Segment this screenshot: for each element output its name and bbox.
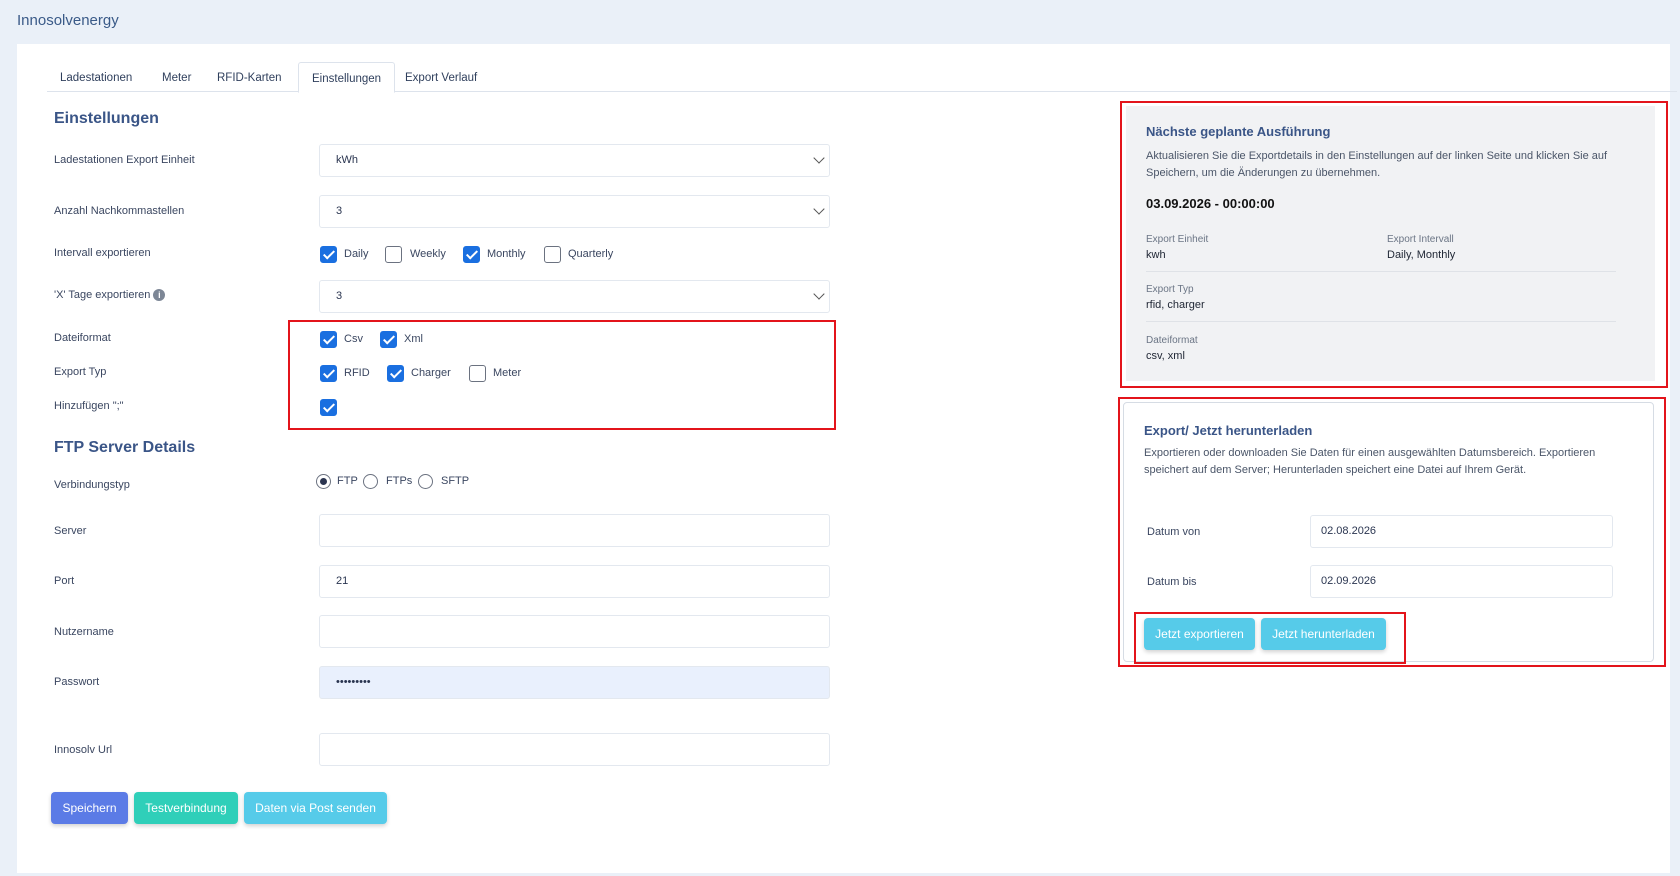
export-interval-meta-label: Export Intervall: [1387, 234, 1454, 245]
export-type-label: Export Typ: [54, 366, 107, 378]
radio-ftps-label: FTPs: [386, 475, 413, 487]
radio-sftp[interactable]: [418, 474, 433, 489]
x-days-select[interactable]: 3: [319, 280, 830, 313]
radio-sftp-label: SFTP: [441, 475, 470, 487]
next-run-description: Aktualisieren Sie die Exportdetails in d…: [1146, 150, 1608, 179]
date-from-input[interactable]: 02.08.2026: [1310, 515, 1613, 548]
test-connection-button[interactable]: Testverbindung: [134, 792, 238, 824]
url-label: Innosolv Url: [54, 744, 113, 756]
port-input[interactable]: 21: [319, 565, 830, 598]
export-type-charger-label: Charger: [411, 367, 451, 379]
next-run-panel: Nächste geplante Ausführung Aktualisiere…: [1126, 106, 1655, 381]
export-type-rfid-checkbox[interactable]: [320, 365, 337, 382]
tab-rfid-karten[interactable]: RFID-Karten: [204, 62, 295, 93]
semicolon-label: Hinzufügen ";": [54, 400, 124, 412]
connection-type-label: Verbindungstyp: [54, 479, 130, 491]
interval-daily-label: Daily: [344, 248, 369, 260]
decimals-value: 3: [336, 205, 343, 217]
tab-bar: Ladestationen Meter RFID-Karten Einstell…: [47, 62, 1677, 93]
chevron-down-icon: [813, 203, 825, 215]
file-format-meta-label: Dateiformat: [1146, 335, 1198, 346]
interval-weekly-label: Weekly: [410, 248, 446, 260]
interval-quarterly-label: Quarterly: [568, 248, 614, 260]
export-type-meter-checkbox[interactable]: [469, 365, 486, 382]
export-now-button[interactable]: Jetzt exportieren: [1144, 618, 1255, 650]
export-type-meter-label: Meter: [493, 367, 522, 379]
settings-title: Einstellungen: [54, 110, 159, 127]
interval-monthly-checkbox[interactable]: [463, 246, 480, 263]
username-input[interactable]: [319, 615, 830, 648]
interval-weekly-checkbox[interactable]: [385, 246, 402, 263]
export-now-title: Export/ Jetzt herunterladen: [1144, 423, 1313, 438]
export-unit-meta-value: kwh: [1146, 249, 1166, 261]
export-unit-value: kWh: [336, 154, 358, 166]
file-format-xml-label: Xml: [404, 333, 423, 345]
main-card: Ladestationen Meter RFID-Karten Einstell…: [17, 44, 1677, 873]
decimals-select[interactable]: 3: [319, 195, 830, 228]
interval-label: Intervall exportieren: [54, 247, 151, 259]
tab-ladestationen[interactable]: Ladestationen: [47, 62, 145, 93]
app-title: Innosolvenergy: [17, 12, 119, 29]
x-days-label-text: 'X' Tage exportieren: [54, 289, 151, 301]
password-label: Passwort: [54, 676, 100, 688]
export-interval-meta-value: Daily, Monthly: [1387, 249, 1456, 261]
x-days-label: 'X' Tage exportieren i: [54, 289, 166, 302]
divider: [1146, 321, 1616, 322]
export-unit-select[interactable]: kWh: [319, 144, 830, 177]
interval-daily-checkbox[interactable]: [320, 246, 337, 263]
info-icon[interactable]: i: [153, 289, 166, 302]
file-format-label: Dateiformat: [54, 332, 111, 344]
semicolon-checkbox[interactable]: [320, 399, 337, 416]
username-label: Nutzername: [54, 626, 114, 638]
interval-quarterly-checkbox[interactable]: [544, 246, 561, 263]
export-type-meta-label: Export Typ: [1146, 284, 1194, 295]
export-type-rfid-label: RFID: [344, 367, 370, 379]
export-type-meta-value: rfid, charger: [1146, 299, 1205, 311]
radio-ftps[interactable]: [363, 474, 378, 489]
tab-einstellungen[interactable]: Einstellungen: [298, 62, 396, 93]
file-format-xml-checkbox[interactable]: [380, 331, 397, 348]
highlight-box-file-options: [288, 320, 836, 430]
export-type-charger-checkbox[interactable]: [387, 365, 404, 382]
x-days-value: 3: [336, 290, 343, 302]
divider: [1146, 271, 1616, 272]
url-input[interactable]: [319, 733, 830, 766]
server-label: Server: [54, 525, 87, 537]
password-input[interactable]: •••••••••: [319, 666, 830, 699]
file-format-csv-label: Csv: [344, 333, 363, 345]
tab-export-verlauf[interactable]: Export Verlauf: [392, 62, 490, 93]
export-now-description: Exportieren oder downloaden Sie Daten fü…: [1144, 447, 1596, 476]
decimals-label: Anzahl Nachkommastellen: [54, 205, 185, 217]
file-format-meta-value: csv, xml: [1146, 350, 1185, 362]
port-label: Port: [54, 575, 75, 587]
save-button[interactable]: Speichern: [51, 792, 128, 824]
post-data-button[interactable]: Daten via Post senden: [244, 792, 387, 824]
chevron-down-icon: [813, 288, 825, 300]
ftp-title: FTP Server Details: [54, 439, 196, 456]
file-format-csv-checkbox[interactable]: [320, 331, 337, 348]
server-input[interactable]: [319, 514, 830, 547]
radio-ftp[interactable]: [316, 474, 331, 489]
next-run-datetime: 03.09.2026 - 00:00:00: [1146, 196, 1275, 211]
date-to-label: Datum bis: [1147, 576, 1197, 588]
chevron-down-icon: [813, 152, 825, 164]
download-now-button[interactable]: Jetzt herunterladen: [1261, 618, 1386, 650]
date-from-label: Datum von: [1147, 526, 1201, 538]
export-unit-label: Ladestationen Export Einheit: [54, 154, 195, 166]
next-run-title: Nächste geplante Ausführung: [1146, 124, 1331, 139]
export-now-panel: Export/ Jetzt herunterladen Exportieren …: [1123, 402, 1654, 664]
radio-ftp-label: FTP: [337, 475, 358, 487]
tab-meter[interactable]: Meter: [149, 62, 204, 93]
export-unit-meta-label: Export Einheit: [1146, 234, 1209, 245]
date-to-input[interactable]: 02.09.2026: [1310, 565, 1613, 598]
interval-monthly-label: Monthly: [487, 248, 526, 260]
